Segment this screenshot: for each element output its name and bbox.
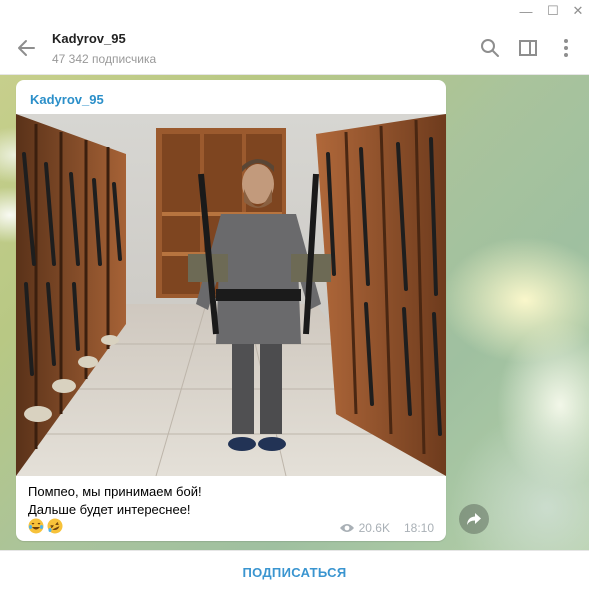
rolling-laughing-emoji-icon [47, 518, 63, 534]
chat-header: Kadyrov_95 47 342 подписчика [0, 22, 589, 75]
back-button[interactable] [14, 36, 40, 60]
message-author[interactable]: Kadyrov_95 [30, 92, 104, 107]
post-caption: Помпео, мы принимаем бой! Дальше будет и… [28, 483, 202, 519]
back-arrow-icon [18, 40, 35, 56]
subscriber-count: 47 342 подписчика [52, 52, 157, 66]
caption-line-2: Дальше будет интереснее! [28, 502, 191, 517]
sidebar-toggle-button[interactable] [516, 36, 540, 60]
more-button[interactable] [554, 36, 578, 60]
maximize-button[interactable]: ☐ [540, 0, 566, 22]
photo-armory-illustration [16, 114, 446, 476]
more-vertical-icon [564, 39, 568, 57]
message-bubble[interactable]: Kadyrov_95 Помпео, мы принимаем бой! Дал… [16, 80, 446, 541]
caption-line-1: Помпео, мы принимаем бой! [28, 484, 202, 499]
emoji-row [28, 518, 63, 534]
search-button[interactable] [478, 36, 502, 60]
view-count: 20.6K [358, 521, 390, 535]
sidebar-toggle-icon [519, 40, 537, 56]
channel-title[interactable]: Kadyrov_95 [52, 31, 126, 46]
minimize-button[interactable]: — [513, 0, 539, 22]
share-button[interactable] [459, 504, 489, 534]
views-eye-icon [339, 524, 354, 532]
window-titlebar: — ☐ ✕ [0, 0, 589, 22]
tears-of-joy-emoji-icon [28, 518, 44, 534]
chat-area[interactable]: Kadyrov_95 Помпео, мы принимаем бой! Дал… [0, 75, 589, 550]
share-arrow-icon [467, 513, 481, 525]
footer-bar: ПОДПИСАТЬСЯ [0, 550, 589, 594]
message-meta: 20.6K 18:10 [339, 521, 434, 535]
subscribe-button[interactable]: ПОДПИСАТЬСЯ [0, 551, 589, 594]
post-photo[interactable] [16, 114, 446, 476]
search-icon [481, 39, 499, 57]
message-time: 18:10 [403, 521, 434, 535]
close-button[interactable]: ✕ [565, 0, 589, 22]
